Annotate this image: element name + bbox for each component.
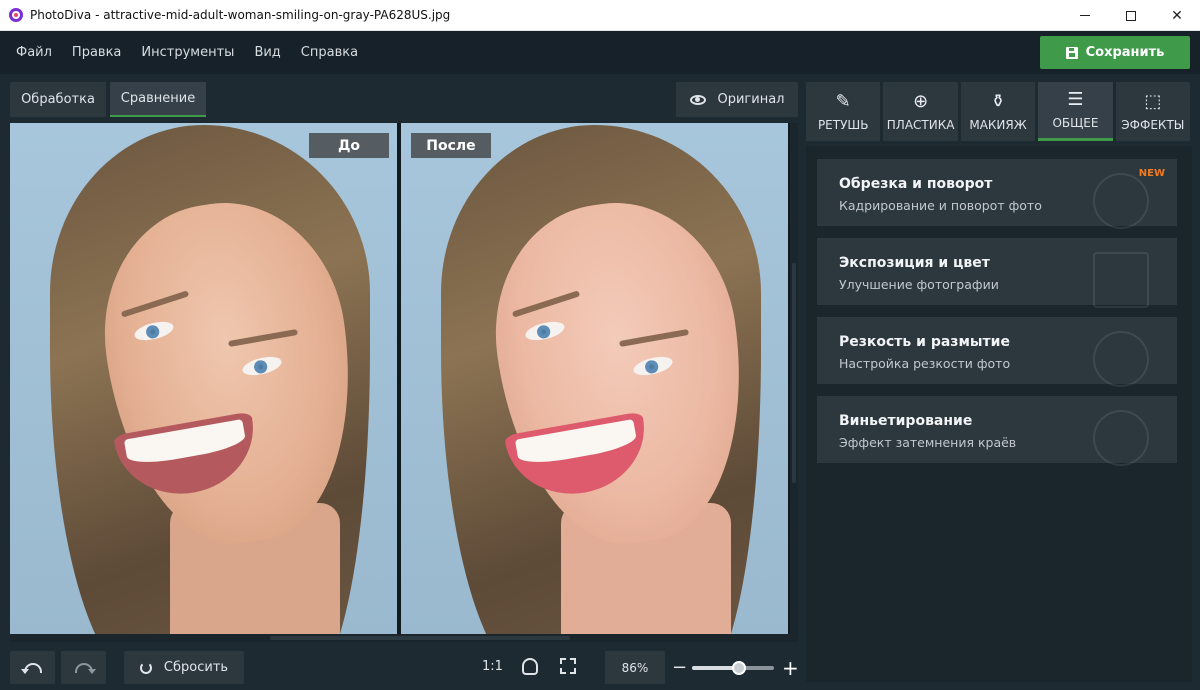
- window-title: PhotoDiva - attractive-mid-adult-woman-s…: [30, 8, 451, 22]
- minimize-button[interactable]: [1062, 0, 1108, 31]
- effects-icon: ⬚: [1144, 90, 1162, 112]
- menu-tools[interactable]: Инструменты: [141, 45, 234, 60]
- tools-panel-body: Обрезка и поворот Кадрирование и поворот…: [806, 146, 1192, 682]
- app-logo-icon: [9, 8, 23, 22]
- tab-makeup[interactable]: ⚱ МАКИЯЖ: [960, 82, 1036, 141]
- tab-label: РЕТУШЬ: [817, 117, 869, 132]
- card-crop-rotate[interactable]: Обрезка и поворот Кадрирование и поворот…: [817, 159, 1177, 229]
- card-title: Резкость и размытие: [839, 334, 1010, 350]
- zoom-slider-knob[interactable]: [732, 661, 746, 675]
- tab-label: ЭФФЕКТЫ: [1121, 117, 1185, 132]
- scrollbar-thumb[interactable]: [270, 636, 570, 640]
- vertical-scrollbar[interactable]: [790, 123, 798, 635]
- undo-button[interactable]: [10, 651, 55, 684]
- tab-compare[interactable]: Сравнение: [110, 82, 206, 117]
- minimize-icon: [1080, 15, 1090, 16]
- card-sharpness-blur[interactable]: Резкость и размытие Настройка резкости ф…: [817, 317, 1177, 387]
- zoom-value[interactable]: 86%: [605, 651, 665, 684]
- vignette-icon: [1093, 410, 1149, 466]
- plastic-icon: ⊕: [913, 90, 929, 112]
- card-exposure-color[interactable]: Экспозиция и цвет Улучшение фотографии: [817, 238, 1177, 308]
- reset-button[interactable]: Сбросить: [124, 651, 244, 684]
- maximize-button[interactable]: [1108, 0, 1154, 31]
- original-button[interactable]: Оригинал: [676, 82, 798, 117]
- save-button[interactable]: Сохранить: [1040, 36, 1190, 69]
- photodiva-window: PhotoDiva - attractive-mid-adult-woman-s…: [0, 0, 1200, 690]
- title-bar: PhotoDiva - attractive-mid-adult-woman-s…: [0, 0, 1200, 31]
- photo-after: После: [401, 123, 788, 635]
- makeup-icon: ⚱: [990, 90, 1006, 112]
- card-subtitle: Настройка резкости фото: [839, 356, 1011, 371]
- card-subtitle: Улучшение фотографии: [839, 277, 999, 292]
- menu-view[interactable]: Вид: [254, 45, 280, 60]
- sliders-icon: [1093, 252, 1149, 308]
- card-subtitle: Эффект затемнения краёв: [839, 435, 1017, 450]
- target-icon: [1093, 331, 1149, 387]
- zoom-1to1-button[interactable]: 1:1: [482, 659, 503, 674]
- bottom-toolbar: Сбросить 1:1 86% − +: [0, 645, 800, 690]
- close-icon: ✕: [1171, 7, 1183, 24]
- window-controls: ✕: [1062, 0, 1200, 31]
- tab-effects[interactable]: ⬚ ЭФФЕКТЫ: [1115, 82, 1191, 141]
- before-label: До: [309, 133, 389, 158]
- face-detect-icon[interactable]: [522, 658, 538, 675]
- scrollbar-thumb[interactable]: [792, 263, 796, 483]
- tab-label: ОБЩЕЕ: [1052, 116, 1099, 130]
- floppy-disk-icon: [1065, 46, 1078, 59]
- crop-icon: [1093, 173, 1149, 229]
- fullscreen-icon[interactable]: [560, 658, 576, 674]
- photo-canvas[interactable]: До После: [10, 123, 798, 635]
- tab-label: ПЛАСТИКА: [886, 117, 955, 132]
- photo-before: До: [10, 123, 397, 635]
- horizontal-scrollbar[interactable]: [10, 634, 798, 642]
- card-vignette[interactable]: Виньетирование Эффект затемнения краёв: [817, 396, 1177, 466]
- maximize-icon: [1126, 10, 1136, 21]
- zoom-out-button[interactable]: −: [672, 657, 687, 678]
- zoom-in-button[interactable]: +: [782, 656, 799, 680]
- new-badge: NEW: [1138, 168, 1165, 179]
- menu-help[interactable]: Справка: [301, 45, 358, 60]
- eye-icon: [689, 94, 706, 105]
- tab-processing[interactable]: Обработка: [10, 82, 106, 117]
- card-title: Экспозиция и цвет: [839, 255, 990, 271]
- tab-plastic[interactable]: ⊕ ПЛАСТИКА: [883, 82, 958, 141]
- reset-button-label: Сбросить: [163, 660, 229, 675]
- tools-panel: ✎ РЕТУШЬ ⊕ ПЛАСТИКА ⚱ МАКИЯЖ ☰ ОБЩЕЕ ⬚ Э…: [806, 82, 1192, 682]
- card-subtitle: Кадрирование и поворот фото: [839, 198, 1042, 213]
- undo-icon: [20, 662, 42, 674]
- tool-tabs: ✎ РЕТУШЬ ⊕ ПЛАСТИКА ⚱ МАКИЯЖ ☰ ОБЩЕЕ ⬚ Э…: [806, 82, 1191, 141]
- tab-general[interactable]: ☰ ОБЩЕЕ: [1038, 82, 1113, 141]
- redo-icon: [74, 662, 96, 674]
- close-button[interactable]: ✕: [1154, 0, 1200, 31]
- after-label: После: [411, 133, 491, 158]
- reset-icon: [139, 661, 152, 674]
- zoom-slider[interactable]: [692, 661, 774, 675]
- save-button-label: Сохранить: [1085, 45, 1165, 60]
- retouch-icon: ✎: [835, 90, 851, 112]
- menu-file[interactable]: Файл: [16, 45, 52, 60]
- original-button-label: Оригинал: [717, 92, 785, 107]
- redo-button[interactable]: [61, 651, 106, 684]
- menu-bar: Файл Правка Инструменты Вид Справка Сохр…: [0, 31, 1200, 74]
- tab-retouch[interactable]: ✎ РЕТУШЬ: [806, 82, 881, 141]
- general-sliders-icon: ☰: [1067, 89, 1084, 110]
- card-title: Виньетирование: [839, 413, 973, 429]
- tab-label: МАКИЯЖ: [969, 117, 1027, 132]
- card-title: Обрезка и поворот: [839, 176, 993, 192]
- menu-edit[interactable]: Правка: [72, 45, 121, 60]
